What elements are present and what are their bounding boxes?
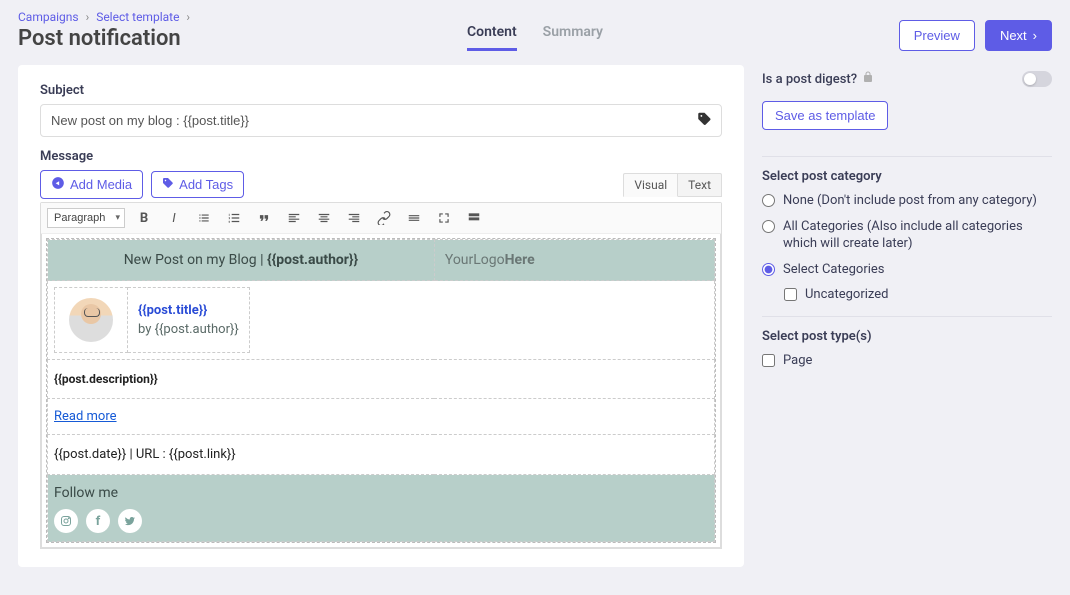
post-type-page-checkbox[interactable] (762, 354, 775, 367)
digest-toggle[interactable] (1022, 71, 1052, 87)
instagram-icon[interactable] (54, 509, 78, 533)
chevron-right-icon: › (1033, 28, 1037, 43)
category-select-row[interactable]: Select Categories (762, 261, 1052, 279)
add-media-label: Add Media (70, 177, 132, 192)
category-none-row[interactable]: None (Don't include post from any catego… (762, 192, 1052, 210)
post-description-var: {{post.description}} (48, 360, 715, 399)
align-right-icon[interactable] (343, 207, 365, 229)
format-select[interactable]: Paragraph (47, 208, 125, 228)
breadcrumb: Campaigns › Select template › (18, 10, 363, 24)
post-type-label: Select post type(s) (762, 329, 1052, 344)
post-author-var: {{post.author}} (155, 322, 239, 337)
category-uncategorized-checkbox[interactable] (784, 288, 797, 301)
save-template-button[interactable]: Save as template (762, 101, 888, 130)
category-uncategorized-label: Uncategorized (805, 286, 888, 304)
align-center-icon[interactable] (313, 207, 335, 229)
category-none-label: None (Don't include post from any catego… (783, 192, 1037, 210)
align-left-icon[interactable] (283, 207, 305, 229)
numbered-list-icon[interactable] (223, 207, 245, 229)
editor-tab-text[interactable]: Text (677, 173, 722, 197)
next-button[interactable]: Next › (985, 20, 1052, 51)
avatar (69, 298, 113, 342)
email-header-text: New Post on my Blog | (124, 252, 267, 268)
fullscreen-icon[interactable] (433, 207, 455, 229)
quote-icon[interactable] (253, 207, 275, 229)
category-all-row[interactable]: All Categories (Also include all categor… (762, 218, 1052, 253)
tag-small-icon (162, 177, 174, 192)
category-select-radio[interactable] (762, 263, 775, 276)
post-by-prefix: by (138, 322, 155, 337)
read-more-icon[interactable] (403, 207, 425, 229)
editor-content[interactable]: New Post on my Blog | {{post.author}} Yo… (46, 238, 716, 543)
editor-toolbar: Paragraph B I (41, 203, 721, 234)
tab-summary[interactable]: Summary (543, 24, 603, 51)
post-type-page-row[interactable]: Page (762, 352, 1052, 370)
preview-button[interactable]: Preview (899, 20, 975, 51)
follow-me-label: Follow me (54, 485, 708, 501)
breadcrumb-campaigns[interactable]: Campaigns (18, 10, 79, 24)
post-category-label: Select post category (762, 169, 1052, 184)
breadcrumb-select-template[interactable]: Select template (96, 10, 179, 24)
add-media-button[interactable]: Add Media (40, 170, 143, 199)
email-header-author-var: {{post.author}} (267, 252, 358, 268)
message-label: Message (40, 149, 722, 164)
category-select-label: Select Categories (783, 261, 885, 279)
category-all-radio[interactable] (762, 220, 775, 233)
tag-icon[interactable] (697, 111, 712, 130)
read-more-link[interactable]: Read more (54, 409, 117, 424)
toolbar-toggle-icon[interactable] (463, 207, 485, 229)
category-uncategorized-row[interactable]: Uncategorized (762, 286, 1052, 304)
media-icon (51, 176, 65, 193)
tab-content[interactable]: Content (467, 24, 517, 51)
post-type-page-label: Page (783, 352, 812, 370)
subject-label: Subject (40, 83, 722, 98)
facebook-icon[interactable]: f (86, 509, 110, 533)
logo-text-b: Here (505, 252, 535, 268)
bullet-list-icon[interactable] (193, 207, 215, 229)
lock-icon (862, 71, 874, 87)
add-tags-button[interactable]: Add Tags (151, 171, 244, 198)
bold-icon[interactable]: B (133, 207, 155, 229)
next-button-label: Next (1000, 28, 1027, 43)
post-title-var: {{post.title}} (138, 303, 239, 318)
link-icon[interactable] (373, 207, 395, 229)
subject-input[interactable] (40, 104, 722, 137)
post-meta-row: {{post.date}} | URL : {{post.link}} (48, 435, 715, 475)
italic-icon[interactable]: I (163, 207, 185, 229)
page-title: Post notification (18, 26, 363, 51)
add-tags-label: Add Tags (179, 177, 233, 192)
twitter-icon[interactable] (118, 509, 142, 533)
category-none-radio[interactable] (762, 194, 775, 207)
editor-tab-visual[interactable]: Visual (623, 173, 678, 197)
logo-text-a: YourLogo (445, 252, 505, 268)
digest-label: Is a post digest? (762, 72, 857, 87)
category-all-label: All Categories (Also include all categor… (783, 218, 1052, 253)
